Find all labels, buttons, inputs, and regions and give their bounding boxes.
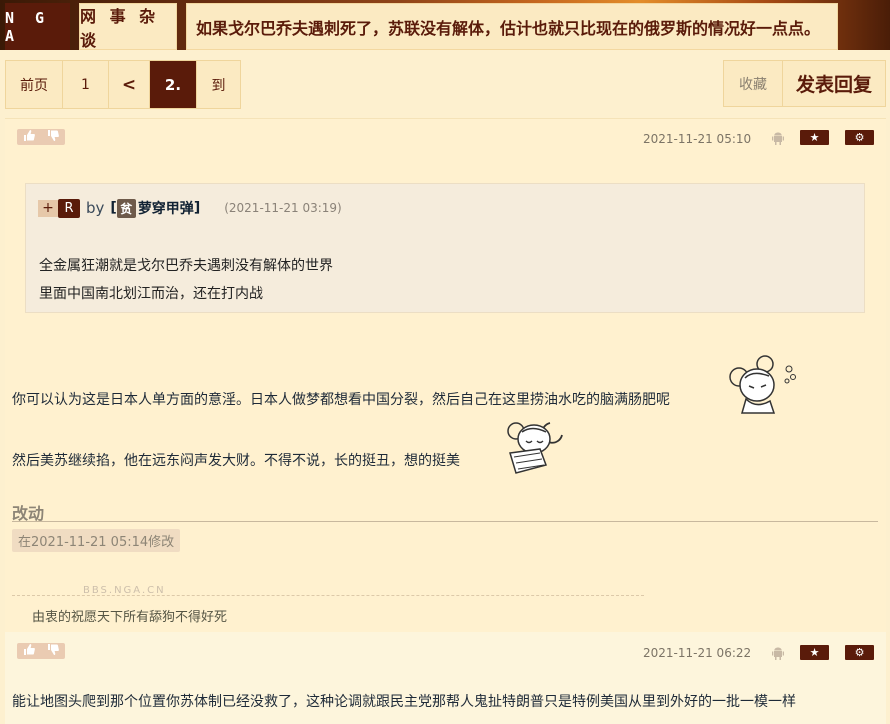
post-text-line: 能让地图头爬到那个位置你苏体制已经没救了，这种论调就跟民主党那帮人鬼扯特朗普只是… (12, 694, 796, 710)
pager-current-page[interactable]: 2. (150, 61, 197, 108)
android-icon (772, 131, 784, 148)
signature-divider (12, 595, 644, 596)
quote-plus: + (38, 199, 58, 217)
topic-actions: 收藏 发表回复 (723, 60, 886, 107)
star-icon[interactable]: ★ (800, 645, 829, 660)
thumb-down-icon[interactable] (47, 644, 59, 658)
post-text-line: 你可以认为这是日本人单方面的意淫。日本人做梦都想看中国分裂，然后自己在这里捞油水… (12, 392, 670, 408)
thumb-up-icon[interactable] (23, 130, 35, 144)
quote-date: (2021-11-21 03:19) (224, 201, 342, 215)
post-date: 2021-11-21 06:22 (643, 646, 752, 660)
gear-icon[interactable]: ⚙ (845, 645, 874, 660)
bracket-open: [ (110, 200, 117, 216)
post-text-line: 然后美苏继续掐，他在远东闷声发大财。不得不说，长的挺丑，想的挺美 (12, 453, 460, 469)
quote-line: 全金属狂潮就是戈尔巴乔夫遇刺没有解体的世界 (39, 258, 333, 274)
gear-icon[interactable]: ⚙ (845, 130, 874, 145)
signature: 由衷的祝愿天下所有舔狗不得好死 (32, 610, 228, 625)
vote-buttons (17, 129, 65, 145)
quote-reply-tag[interactable]: + R (38, 198, 80, 218)
post-date: 2021-11-21 05:10 (643, 132, 752, 146)
quote-header: + R by [ 贫 萝穿甲弹 ] (2021-11-21 03:19) (38, 198, 342, 218)
favorite-button[interactable]: 收藏 (724, 61, 783, 106)
quote-author[interactable]: [ 贫 萝穿甲弹 ] (110, 198, 200, 218)
quote-by: by (86, 199, 105, 217)
bracket-close: ] (193, 200, 201, 216)
thumb-up-icon[interactable] (23, 644, 35, 658)
reply-button[interactable]: 发表回复 (783, 61, 885, 106)
avatar: 贫 (116, 198, 136, 218)
pager-first-button[interactable]: 前页 (6, 61, 63, 108)
anime-sticker-icon (500, 413, 570, 481)
thumb-down-icon[interactable] (47, 130, 59, 144)
star-icon[interactable]: ★ (800, 130, 829, 145)
quote-r: R (58, 198, 80, 218)
anime-sticker-icon (727, 355, 799, 421)
pager-page-1[interactable]: 1 (63, 61, 109, 108)
nga-logo[interactable]: N G A (5, 3, 70, 50)
divider (12, 521, 878, 522)
pagination: 前页 1 < 2. 到 (5, 60, 241, 109)
post: 2021-11-21 06:22 ★ ⚙ 能让地图头爬到那个位置你苏体制已经没救… (5, 632, 886, 724)
breadcrumb-forum[interactable]: 网 事 杂 谈 (79, 3, 177, 50)
quote-block: + R by [ 贫 萝穿甲弹 ] (2021-11-21 03:19) 全金属… (25, 183, 865, 313)
android-icon (772, 646, 784, 663)
pager-prev-button[interactable]: < (109, 61, 150, 108)
quote-line: 里面中国南北划江而治，还在打内战 (39, 286, 263, 302)
edit-note: 在2021-11-21 05:14修改 (12, 529, 181, 552)
pager-goto-button[interactable]: 到 (197, 61, 240, 108)
vote-buttons (17, 643, 65, 659)
topic-title[interactable]: 如果戈尔巴乔夫遇刺死了，苏联没有解体，估计也就只比现在的俄罗斯的情况好一点点。 (186, 3, 838, 50)
quote-author-name: 萝穿甲弹 (137, 201, 194, 217)
post: 2021-11-21 05:10 ★ ⚙ + R by [ 贫 萝穿甲弹 ] (… (5, 118, 886, 633)
